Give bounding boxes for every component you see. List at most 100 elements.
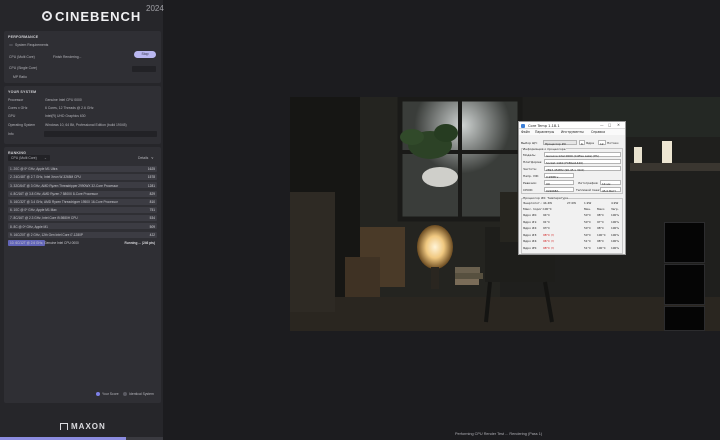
core-load: 100%	[611, 245, 619, 250]
power-value-dram: 4.9W	[611, 201, 619, 205]
your-system-panel: YOUR SYSTEM Processor Genuine Intel CPU …	[4, 86, 161, 144]
ranking-row[interactable]: 5. 16C/32T @ 3.4 GHz, AMD Ryzen Threadri…	[8, 198, 157, 205]
core-temp-min: 50°C	[584, 226, 591, 230]
cpu-info-box: Genuine Intel 0000 (Coffee Lake) (ES)	[544, 152, 621, 158]
revision-label: Ревизия:	[523, 181, 537, 185]
identical-system-legend-icon	[123, 392, 127, 396]
ranking-row[interactable]: 3. 32C/64T @ 3 GHz, AMD Ryzen Threadripp…	[8, 182, 157, 189]
core-temp-titlebar[interactable]: Core Temp 1.18.1 — □ ✕	[519, 122, 625, 129]
system-value-os: Windows 10, 64 Bit, Professional Edition…	[45, 123, 127, 128]
revision-value: U0	[546, 181, 550, 186]
cpu-info-label: Напр. VID:	[523, 174, 540, 178]
your-system-title: YOUR SYSTEM	[8, 90, 37, 94]
core-temp-max: 100°C	[597, 232, 606, 237]
ranking-row[interactable]: 8. 8C @ 0* GHz, Apple M1 509	[8, 223, 157, 230]
ranking-mode-select[interactable]: CPU (Multi Core) ⌄	[8, 155, 50, 161]
ranking-row-score: 422	[149, 232, 155, 237]
identical-system-legend-label: Identical System	[129, 392, 154, 397]
core-label: Ядро #4:	[523, 239, 538, 243]
threads-count: 12	[598, 140, 606, 146]
system-label-cores: Cores x GHz	[8, 106, 28, 111]
cpu-info-label: Модель:	[523, 153, 537, 157]
core-temp-max: 98°C	[597, 239, 604, 243]
system-label-processor: Processor	[8, 98, 24, 103]
cpu-info-box: 2893.45MHz (96.45 x 30.0)	[544, 166, 621, 172]
ranking-row[interactable]: 10. 6C/12T @ 2.6 GHz, Genuine Intel CPU …	[8, 239, 157, 246]
tjmax-label: Макс. порог:	[523, 207, 543, 211]
filter-icon[interactable]: ⋎	[151, 156, 153, 160]
close-icon[interactable]: ✕	[617, 123, 620, 127]
tjmax-value: 100°C	[543, 207, 552, 211]
render-tile	[664, 222, 705, 263]
menu-help[interactable]: Справка	[591, 130, 605, 134]
info-field[interactable]	[44, 131, 157, 137]
ranking-row-label: 6. 10C @ 0* GHz, Apple M1 Max	[10, 208, 57, 213]
ranking-row-score: 509	[149, 224, 155, 229]
cores-count: 6	[579, 140, 585, 146]
core-load: 100%	[611, 239, 619, 243]
system-requirements-toggle[interactable]	[9, 44, 13, 46]
ranking-row[interactable]: 4. 8C/16T @ 3.8 GHz, AMD Ryzen 7 5800X 8…	[8, 190, 157, 197]
app-name: CINEBENCH	[55, 9, 142, 24]
ranking-row[interactable]: 1. 20C @ 0* GHz, Apple M1 Ultra 1625	[8, 166, 157, 172]
power-label: Энергопот.:	[523, 201, 542, 205]
details-link[interactable]: Details	[138, 156, 148, 160]
ranking-row-label: 4. 8C/16T @ 3.8 GHz, AMD Ryzen 7 5800X 8…	[10, 191, 98, 196]
core-temp-menubar: Файл Параметры Инструменты Справка	[519, 129, 625, 135]
cpu-select[interactable]: Процессор #0	[543, 140, 577, 146]
ranking-row-score: 810	[149, 200, 155, 205]
render-tile	[664, 264, 705, 305]
core-temp-max: 100°C	[597, 245, 606, 250]
cpu-single-start-button[interactable]	[132, 66, 156, 72]
ranking-panel: RANKING CPU (Multi Core) ⌄ Details ⋎ 1. …	[4, 147, 161, 403]
temperature-header: Процессор #0: Температура	[523, 195, 569, 200]
menu-options[interactable]: Параметры	[535, 130, 554, 134]
render-tile	[664, 306, 705, 331]
menu-file[interactable]: Файл	[521, 130, 530, 134]
core-temp-window: Core Temp 1.18.1 — □ ✕ Файл Параметры Ин…	[518, 121, 626, 255]
ranking-row[interactable]: 9. 16C/20T @ 2 GHz, 12th Gen Intel Core …	[8, 231, 157, 238]
select-cpu-label: Выбор ЦП:	[521, 141, 538, 145]
mp-ratio-label: MP Ratio	[13, 75, 27, 80]
ranking-row-score: 1578	[147, 175, 155, 180]
system-value-gpu: Intel(R) UHD Graphics 630	[45, 114, 86, 119]
ranking-row-score: 1281	[147, 183, 155, 188]
cpu-info-value: Genuine Intel 0000 (Coffee Lake) (ES)	[546, 153, 599, 158]
core-load: 100%	[611, 213, 619, 217]
power-value-cores: 27.0W	[567, 201, 576, 205]
your-score-legend-icon	[96, 392, 100, 396]
core-temp-value: 96°C (!)	[543, 239, 555, 243]
threads-label: Потоки	[607, 141, 619, 145]
ranking-row-label: 7. 8C/16T @ 2.3 GHz, Intel Core i9-9880H…	[10, 216, 78, 221]
tdp-box: 45.0 Ватт	[600, 187, 621, 193]
ranking-row-score: 1625	[147, 167, 155, 172]
revision-box: U0	[544, 180, 574, 186]
cpu-info-value: 2893.45MHz (96.45 x 30.0)	[546, 167, 585, 172]
ranking-row-label: 1. 20C @ 0* GHz, Apple M1 Ultra	[10, 167, 58, 172]
ranking-row-label: 2. 24C/48T @ 2.7 GHz, Intel Xeon W-3265M…	[10, 175, 81, 180]
menu-tools[interactable]: Инструменты	[561, 130, 584, 134]
ranking-row[interactable]: 7. 8C/16T @ 2.3 GHz, Intel Core i9-9880H…	[8, 215, 157, 222]
app-logo: CINEBENCH 2024	[0, 0, 164, 30]
core-temp-min: 50°C	[584, 219, 591, 224]
stop-button[interactable]: Stop	[134, 51, 156, 58]
ranking-row[interactable]: 6. 10C @ 0* GHz, Apple M1 Max 751	[8, 207, 157, 213]
core-temp-min: 50°C	[584, 232, 591, 237]
render-image	[290, 97, 720, 331]
cores-count-value: 6	[581, 141, 583, 146]
ranking-row[interactable]: 2. 24C/48T @ 2.7 GHz, Intel Xeon W-3265M…	[8, 174, 157, 181]
minimize-icon[interactable]: —	[600, 123, 604, 127]
sidebar: CINEBENCH 2024 PERFORMANCE System Requir…	[0, 0, 164, 440]
system-value-processor: Genuine Intel CPU 0000	[45, 98, 82, 103]
cpu-info-value: Socket 1440 (FCBGA1440)	[546, 160, 584, 165]
core-temp-min: 50°C	[584, 213, 591, 217]
your-score-legend-label: Your Score	[102, 392, 119, 397]
system-requirements-link[interactable]: System Requirements	[15, 43, 48, 47]
cores-label: Ядра	[586, 141, 594, 145]
ranking-row-score: 534	[149, 216, 155, 221]
cpuid-box: 0x906EA	[544, 187, 574, 193]
cpu-multi-status: Finish Rendering...	[53, 55, 82, 60]
core-temp-app-icon	[521, 123, 525, 128]
col-min: Мин.	[584, 207, 591, 211]
maximize-icon[interactable]: □	[608, 123, 611, 127]
